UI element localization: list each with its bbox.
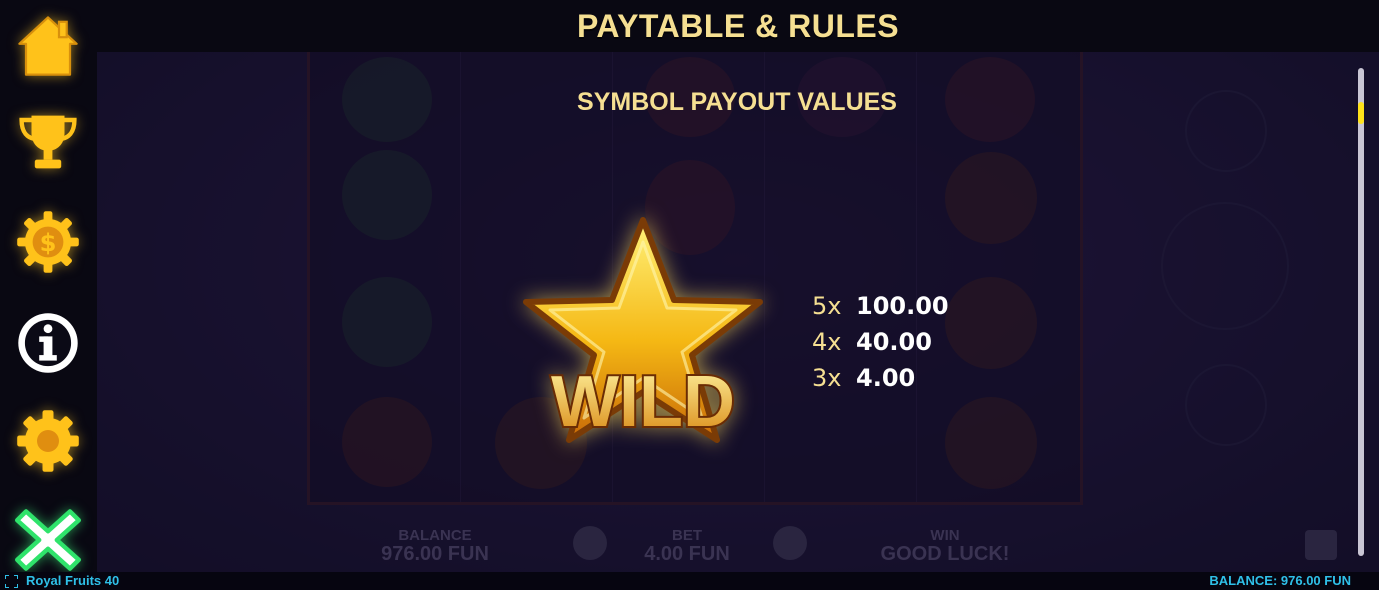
close-icon [15,509,82,571]
paytable-button[interactable]: $ [14,208,82,276]
wild-label: WILD [551,362,735,442]
settings-button[interactable] [14,407,82,475]
hud-balance-value: 976.00 FUN [381,543,489,565]
payout-row: 3x 4.00 [812,364,915,392]
scrollbar-thumb[interactable] [1358,102,1364,124]
coin-gear-icon: $ [17,211,79,273]
hud-bet-value: 4.00 FUN [644,543,730,565]
sound-icon [1305,530,1337,560]
hud-balance-label: BALANCE [398,527,472,544]
settings-icon [17,410,79,472]
title-bar: PAYTABLE & RULES [97,0,1379,52]
hud-win-value: GOOD LUCK! [880,543,1010,565]
payout-row: 5x 100.00 [812,292,949,320]
payout-value: 4.00 [856,364,916,392]
payout-value: 40.00 [856,328,932,356]
payout-multiplier: 3x [812,364,842,392]
side-menu: $ [0,0,97,572]
status-balance: BALANCE: 976.00 FUN [1209,573,1351,588]
info-button[interactable] [14,309,82,377]
fullscreen-icon[interactable] [5,575,18,588]
bet-plus-icon [773,526,807,560]
payout-multiplier: 4x [812,328,842,356]
hud-bet-label: BET [672,527,702,544]
home-icon [18,16,78,76]
wild-star-icon: WILD [512,212,774,474]
scrollbar-track[interactable] [1358,68,1364,556]
payout-row: 4x 40.00 [812,328,932,356]
bet-minus-icon [573,526,607,560]
game-name: Royal Fruits 40 [26,573,120,588]
info-icon [18,313,78,373]
close-button[interactable] [14,506,82,574]
home-button[interactable] [14,12,82,80]
trophy-icon [19,115,77,169]
status-bar: Royal Fruits 40 BALANCE: 976.00 FUN [0,572,1379,590]
hud-win-label: WIN [930,527,960,544]
payout-multiplier: 5x [812,292,842,320]
page-title: PAYTABLE & RULES [576,7,900,44]
svg-text:$: $ [40,229,57,257]
trophy-button[interactable] [14,108,82,176]
section-title: SYMBOL PAYOUT VALUES [577,88,897,116]
payout-value: 100.00 [856,292,949,320]
